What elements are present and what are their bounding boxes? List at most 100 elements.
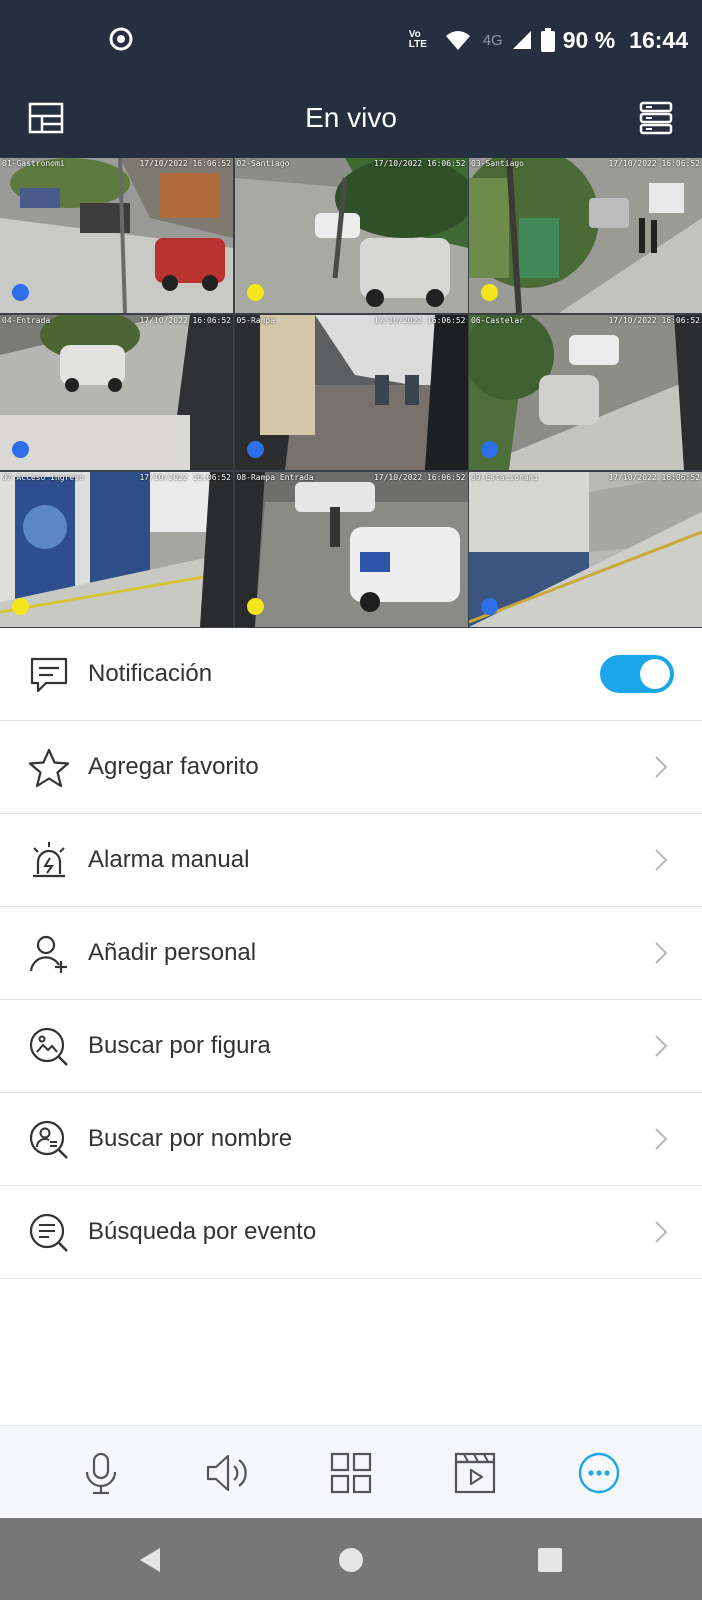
camera-name: 01-Gastronomi: [2, 159, 65, 168]
notification-toggle[interactable]: [600, 655, 674, 693]
speaker-icon[interactable]: [203, 1450, 249, 1496]
grid-layout-icon[interactable]: [328, 1450, 374, 1496]
camera-tile[interactable]: 04-Entrada 17/10/2022 16:06:52: [0, 315, 233, 470]
status-indicators: Vo LTE 4G 90 % 16:44: [409, 22, 688, 58]
star-icon: [28, 748, 70, 788]
camera-feed: [0, 315, 233, 470]
camera-tile[interactable]: 06-Castelar 17/10/2022 16:06:52: [469, 315, 702, 470]
volte-indicator: Vo LTE: [408, 29, 427, 50]
camera-timestamp: 17/10/2022 16:06:52: [608, 159, 700, 168]
camera-feed: [469, 472, 702, 627]
menu-item-add-favorite[interactable]: Agregar favorito: [0, 721, 702, 814]
camera-osd: 05-Rampa 17/10/2022 16:06:52: [237, 316, 466, 326]
battery-icon: [540, 28, 555, 52]
camera-name: 02-Santiago: [236, 159, 290, 168]
camera-status-dot: [246, 284, 264, 301]
page-title: En vivo: [305, 102, 397, 133]
device-list-icon[interactable]: [638, 100, 674, 136]
camera-tile[interactable]: 08-Rampa Entrada 17/10/2022 16:06:52: [234, 472, 468, 627]
wifi-icon: [445, 31, 470, 50]
camera-grid: 01-Gastronomi 17/10/2022 16:06:52 02-San…: [0, 158, 702, 628]
back-icon[interactable]: [134, 1544, 166, 1576]
camera-tile[interactable]: 02-Santiago 17/10/2022 16:06:52: [234, 158, 468, 313]
camera-status-dot: [481, 441, 498, 458]
menu-item-label: Buscar por nombre: [88, 1125, 293, 1152]
camera-tile[interactable]: 01-Gastronomi 17/10/2022 16:06:52: [0, 158, 233, 313]
chevron-right-icon: [655, 1221, 668, 1243]
camera-osd: 03-Santiago 17/10/2022 16:06:52: [471, 159, 700, 169]
camera-name: 07-Acceso Ingreso: [2, 473, 84, 482]
toggle-knob: [640, 659, 670, 689]
alarm-siren-icon: [33, 842, 65, 878]
camera-status-dot: [481, 284, 498, 301]
camera-name: 04-Entrada: [2, 316, 51, 325]
camera-feed: [469, 315, 702, 470]
camera-tile[interactable]: 07-Acceso Ingreso 17/10/2022 16:06:52: [0, 472, 233, 627]
search-by-event-icon: [29, 1213, 68, 1252]
camera-name: 05-Rampa: [236, 316, 276, 325]
menu-item-add-personnel[interactable]: Añadir personal: [0, 907, 702, 1000]
menu-item-label: Alarma manual: [88, 846, 250, 873]
camera-status-dot: [481, 598, 498, 615]
camera-osd: 02-Santiago 17/10/2022 16:06:52: [237, 159, 466, 169]
recents-icon[interactable]: [534, 1544, 566, 1576]
battery-level: 90 %: [562, 26, 616, 53]
microphone-icon[interactable]: [78, 1450, 124, 1496]
camera-name: 06-Castelar: [471, 316, 524, 325]
camera-timestamp: 17/10/2022 16:06:52: [608, 473, 700, 482]
camera-timestamp: 17/10/2022 16:06:52: [139, 159, 231, 168]
camera-feed: [234, 472, 468, 627]
camera-name: 08-Rampa Entrada: [236, 473, 314, 482]
menu-item-notification: Notificación: [0, 628, 702, 721]
menu-item-label: Añadir personal: [88, 939, 257, 966]
target-icon: [109, 27, 133, 51]
camera-feed: [0, 158, 233, 313]
menu-item-manual-alarm[interactable]: Alarma manual: [0, 814, 702, 907]
camera-tile[interactable]: 03-Santiago 17/10/2022 16:06:52: [469, 158, 702, 313]
camera-status-dot: [12, 598, 29, 615]
camera-osd: 01-Gastronomi 17/10/2022 16:06:52: [2, 159, 231, 169]
system-nav-bar: [0, 1518, 702, 1600]
playback-icon[interactable]: [452, 1450, 498, 1496]
camera-timestamp: 17/10/2022 16:06:52: [373, 159, 466, 168]
camera-feed: [234, 158, 468, 313]
camera-feed: [0, 472, 233, 627]
network-type: 4G: [482, 31, 503, 49]
options-menu: Notificación Agregar favorito Alarma man…: [0, 628, 702, 1279]
camera-name: 03-Santiago: [471, 159, 524, 168]
camera-timestamp: 17/10/2022 16:06:52: [373, 316, 466, 325]
camera-status-dot: [246, 598, 264, 615]
chevron-right-icon: [655, 1035, 668, 1057]
menu-item-label: Agregar favorito: [88, 753, 259, 780]
menu-item-label: Búsqueda por evento: [88, 1218, 317, 1245]
camera-status-dot: [246, 441, 264, 458]
menu-item-search-by-event[interactable]: Búsqueda por evento: [0, 1186, 702, 1279]
signal-icon: [512, 31, 531, 49]
status-bar: Vo LTE 4G 90 % 16:44: [0, 0, 702, 80]
chat-bubble-icon: [30, 657, 68, 693]
camera-osd: 09-Estacionami 17/10/2022 16:06:52: [471, 473, 700, 483]
camera-osd: 07-Acceso Ingreso 17/10/2022 16:06:52: [2, 473, 231, 483]
camera-tile[interactable]: 05-Rampa 17/10/2022 16:06:52: [234, 315, 468, 470]
add-person-icon: [29, 935, 67, 973]
camera-feed: [469, 158, 702, 313]
search-by-image-icon: [29, 1027, 68, 1066]
camera-osd: 06-Castelar 17/10/2022 16:06:52: [471, 316, 700, 326]
menu-item-label: Notificación: [88, 660, 213, 687]
menu-item-search-by-name[interactable]: Buscar por nombre: [0, 1093, 702, 1186]
home-icon[interactable]: [335, 1544, 367, 1576]
camera-status-dot: [12, 284, 29, 301]
menu-item-search-by-image[interactable]: Buscar por figura: [0, 1000, 702, 1093]
camera-name: 09-Estacionami: [471, 473, 539, 482]
camera-osd: 04-Entrada 17/10/2022 16:06:52: [2, 316, 231, 326]
camera-tile[interactable]: 09-Estacionami 17/10/2022 16:06:52: [469, 472, 702, 627]
more-icon[interactable]: [576, 1450, 622, 1496]
chevron-right-icon: [655, 1128, 668, 1150]
camera-timestamp: 17/10/2022 16:06:52: [373, 473, 466, 482]
camera-status-dot: [12, 441, 29, 458]
app-header: En vivo: [0, 80, 702, 158]
chevron-right-icon: [655, 756, 668, 778]
chevron-right-icon: [655, 849, 668, 871]
bottom-toolbar: [0, 1425, 702, 1519]
clock: 16:44: [629, 26, 688, 53]
